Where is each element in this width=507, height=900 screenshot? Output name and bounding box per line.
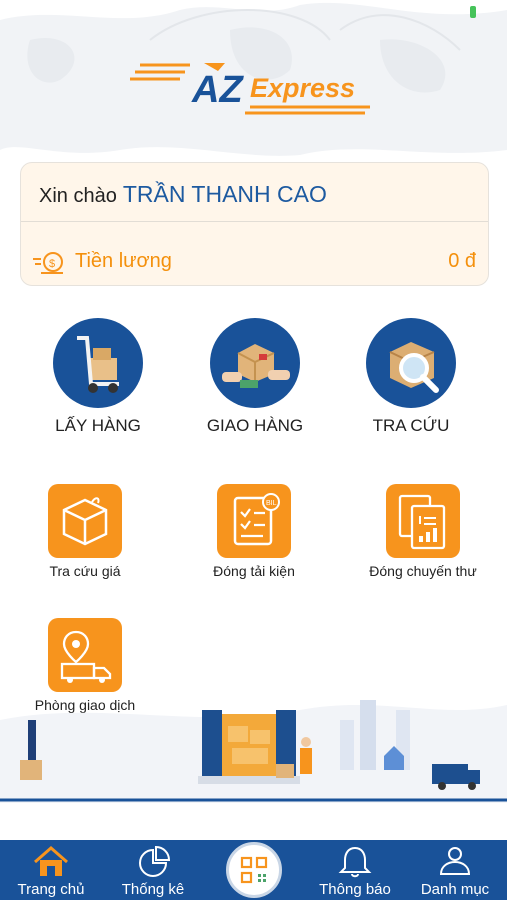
delivery-scene-illustration (0, 700, 507, 810)
salary-row[interactable]: $ Tiền lương 0 đ (33, 249, 476, 277)
greeting-card: Xin chào TRẦN THANH CAO $ Tiền lương 0 đ (20, 162, 489, 286)
nav-home-label: Trang chủ (17, 881, 85, 898)
package-handover-icon (222, 344, 290, 388)
chart-icon (139, 845, 171, 877)
salary-label: Tiền lương (75, 250, 172, 272)
svg-text:Express: Express (250, 73, 355, 103)
svg-text:BIL: BIL (266, 500, 277, 507)
nav-menu-label: Danh mục (420, 881, 490, 898)
hand-truck-icon (77, 336, 119, 393)
user-name: TRẦN THANH CAO (122, 181, 327, 207)
bell-icon (338, 846, 372, 878)
qr-code-icon (240, 856, 268, 884)
deliver-button[interactable] (210, 318, 300, 408)
nav-notifications[interactable]: Thông báo (310, 840, 400, 900)
nav-stats[interactable]: Thống kê (108, 840, 198, 900)
svg-text:$: $ (49, 258, 55, 270)
az-express-logo: AZ Express (130, 63, 370, 115)
salary-value: 0 đ (448, 250, 476, 272)
box-search-icon (389, 342, 439, 393)
nav-notifications-label: Thông báo (319, 881, 391, 898)
greeting-prefix: Xin chào (39, 185, 117, 207)
package-load-label: Đóng tải kiện (213, 563, 295, 579)
box-icon (62, 497, 108, 546)
mail-trip-label: Đóng chuyến thư (369, 563, 477, 579)
nav-home[interactable]: Trang chủ (6, 840, 96, 900)
nav-qr-scan[interactable] (226, 842, 282, 898)
card-divider (21, 221, 488, 222)
bill-list-icon: BIL (233, 493, 280, 546)
mail-trip-button[interactable] (386, 484, 460, 558)
price-lookup-label: Tra cứu giá (49, 563, 121, 579)
money-hand-icon: $ (33, 252, 63, 274)
deliver-label: GIAO HÀNG (206, 416, 304, 435)
nav-stats-label: Thống kê (121, 881, 185, 898)
pickup-button[interactable] (53, 318, 143, 408)
package-load-button[interactable]: BIL (217, 484, 291, 558)
price-lookup-button[interactable] (48, 484, 122, 558)
user-icon (439, 847, 471, 875)
home-icon (34, 846, 68, 876)
lookup-label: TRA CỨU (372, 416, 450, 435)
lookup-button[interactable] (366, 318, 456, 408)
svg-text:AZ: AZ (191, 69, 244, 111)
documents-icon (398, 494, 446, 550)
battery-indicator (470, 6, 476, 18)
nav-menu[interactable]: Danh mục (410, 840, 500, 900)
greeting-line: Xin chào TRẦN THANH CAO (39, 181, 327, 208)
pickup-label: LẤY HÀNG (55, 416, 141, 435)
